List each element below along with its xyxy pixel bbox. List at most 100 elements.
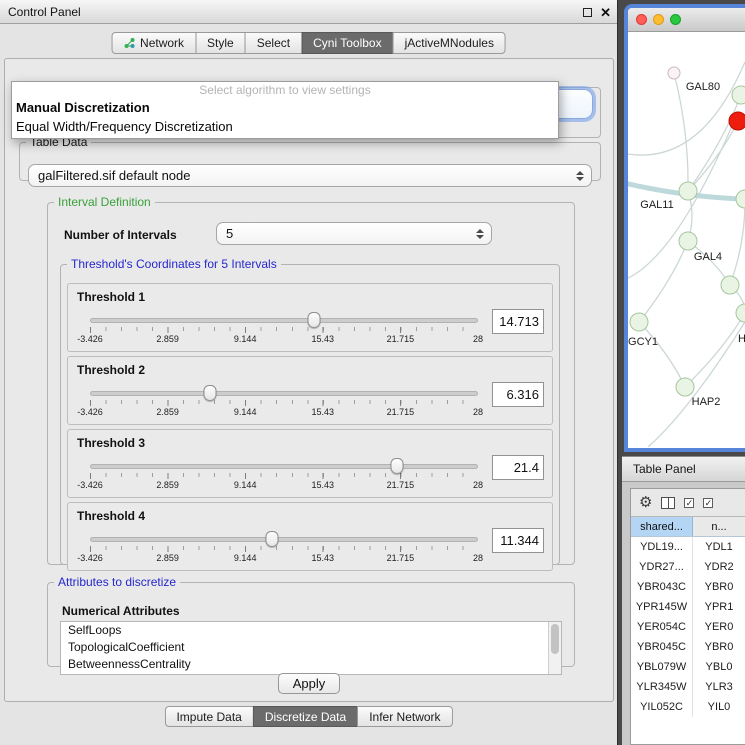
network-node[interactable]	[679, 182, 697, 200]
table-cell[interactable]: YER0	[693, 617, 745, 637]
table-data-combobox[interactable]: galFiltered.sif default node	[28, 164, 592, 187]
columns-icon[interactable]	[661, 497, 675, 509]
table-row[interactable]: YLR345WYLR3	[631, 677, 745, 697]
scrollbar-thumb[interactable]	[551, 624, 559, 654]
dropdown-option-manual-discretization[interactable]: Manual Discretization	[12, 98, 558, 117]
tab-impute-data[interactable]: Impute Data	[164, 706, 253, 727]
tab-network[interactable]: Network	[111, 32, 196, 54]
network-node-label: GAL80	[686, 81, 720, 93]
table-cell[interactable]: YBR045C	[631, 637, 693, 657]
scale-tick-label: 2.859	[156, 334, 179, 344]
network-node[interactable]	[630, 313, 648, 331]
threshold-3-slider[interactable]: -3.4262.8599.14415.4321.71528	[90, 460, 478, 494]
table-cell[interactable]: YLR3	[693, 677, 745, 697]
dropdown-option-equal-width[interactable]: Equal Width/Frequency Discretization	[12, 117, 558, 136]
attribute-item[interactable]: SelfLoops	[61, 622, 561, 639]
slider-track[interactable]	[90, 318, 478, 323]
network-node[interactable]	[668, 67, 680, 79]
stepper-icon	[576, 171, 584, 181]
close-traffic-light-icon[interactable]	[636, 14, 647, 25]
maximize-icon[interactable]	[583, 8, 592, 17]
network-node[interactable]	[721, 276, 739, 294]
slider-track[interactable]	[90, 391, 478, 396]
threshold-label: Threshold 4	[77, 509, 145, 523]
column-header-shared-name[interactable]: shared...	[631, 517, 693, 536]
threshold-value-field[interactable]: 6.316	[492, 382, 544, 407]
scale-tick-label: -3.426	[77, 407, 103, 417]
network-node[interactable]	[736, 190, 745, 208]
attribute-item[interactable]: TopologicalCoefficient	[61, 639, 561, 656]
table-row[interactable]: YPR145WYPR1	[631, 597, 745, 617]
table-cell[interactable]: YER054C	[631, 617, 693, 637]
table-cell[interactable]: YBL079W	[631, 657, 693, 677]
scrollbar[interactable]	[548, 622, 561, 674]
threshold-2-panel: Threshold 2 -3.4262.8599.14415.4321.7152…	[67, 356, 553, 425]
network-node-selected[interactable]	[729, 112, 745, 130]
slider-thumb[interactable]	[307, 312, 320, 328]
network-node-label: H	[738, 333, 745, 345]
threshold-value-field[interactable]: 21.4	[492, 455, 544, 480]
table-panel-inner: ⚙ ✓ ✓ shared... n... YDL19...YDL1YDR27..…	[630, 488, 745, 745]
slider-scale: -3.4262.8599.14415.4321.71528	[90, 407, 478, 419]
tab-select[interactable]: Select	[245, 32, 302, 54]
slider-scale: -3.4262.8599.14415.4321.71528	[90, 334, 478, 346]
table-cell[interactable]: YBR0	[693, 577, 745, 597]
table-cell[interactable]: YPR1	[693, 597, 745, 617]
tab-label: Infer Network	[369, 710, 440, 724]
threshold-value-field[interactable]: 11.344	[492, 528, 544, 553]
table-cell[interactable]: YIL052C	[631, 697, 693, 717]
zoom-traffic-light-icon[interactable]	[670, 14, 681, 25]
attribute-item[interactable]: BetweennessCentrality	[61, 656, 561, 673]
table-cell[interactable]: YDL19...	[631, 537, 693, 557]
table-cell[interactable]: YLR345W	[631, 677, 693, 697]
table-cell[interactable]: YDL1	[693, 537, 745, 557]
numerical-attributes-list[interactable]: SelfLoopsTopologicalCoefficientBetweenne…	[60, 621, 562, 675]
threshold-value-field[interactable]: 14.713	[492, 309, 544, 334]
threshold-1-slider[interactable]: -3.4262.8599.14415.4321.71528	[90, 314, 478, 348]
tab-infer-network[interactable]: Infer Network	[357, 706, 452, 727]
apply-button[interactable]: Apply	[278, 673, 340, 694]
slider-thumb[interactable]	[266, 531, 279, 547]
tab-label: jActiveMNodules	[405, 36, 494, 50]
slider-thumb[interactable]	[390, 458, 403, 474]
network-node[interactable]	[676, 378, 694, 396]
table-cell[interactable]: YBR043C	[631, 577, 693, 597]
checkbox-icon[interactable]: ✓	[703, 498, 713, 508]
table-cell[interactable]: YBR0	[693, 637, 745, 657]
scale-tick-label: 21.715	[387, 480, 415, 490]
table-row[interactable]: YER054CYER0	[631, 617, 745, 637]
tab-cyni-toolbox[interactable]: Cyni Toolbox	[301, 32, 393, 54]
network-node[interactable]	[679, 232, 697, 250]
scale-tick-label: 2.859	[156, 553, 179, 563]
network-node[interactable]	[736, 304, 745, 322]
gear-icon[interactable]: ⚙	[639, 495, 652, 510]
minimize-traffic-light-icon[interactable]	[653, 14, 664, 25]
table-row[interactable]: YDR27...YDR2	[631, 557, 745, 577]
table-cell[interactable]: YDR2	[693, 557, 745, 577]
checkbox-icon[interactable]: ✓	[684, 498, 694, 508]
number-of-intervals-combobox[interactable]: 5	[216, 222, 492, 245]
slider-thumb[interactable]	[204, 385, 217, 401]
table-cell[interactable]: YPR145W	[631, 597, 693, 617]
slider-track[interactable]	[90, 464, 478, 469]
slider-track[interactable]	[90, 537, 478, 542]
threshold-2-slider[interactable]: -3.4262.8599.14415.4321.71528	[90, 387, 478, 421]
table-row[interactable]: YBL079WYBL0	[631, 657, 745, 677]
table-row[interactable]: YIL052CYIL0	[631, 697, 745, 717]
tab-style[interactable]: Style	[195, 32, 246, 54]
network-node[interactable]	[732, 86, 745, 104]
tab-jactivemnodules[interactable]: jActiveMNodules	[393, 32, 506, 54]
thresholds-group: Threshold's Coordinates for 5 Intervals …	[60, 257, 560, 565]
close-icon[interactable]: ✕	[600, 6, 611, 19]
table-row[interactable]: YDL19...YDL1	[631, 537, 745, 557]
table-cell[interactable]: YDR27...	[631, 557, 693, 577]
threshold-4-slider[interactable]: -3.4262.8599.14415.4321.71528	[90, 533, 478, 567]
table-row[interactable]: YBR045CYBR0	[631, 637, 745, 657]
table-cell[interactable]: YBL0	[693, 657, 745, 677]
network-canvas[interactable]: GAL80GAL11GAL4GCY1HHAP2	[628, 32, 745, 447]
table-cell[interactable]: YIL0	[693, 697, 745, 717]
column-header-name[interactable]: n...	[693, 517, 745, 536]
scale-tick-label: 28	[473, 334, 483, 344]
table-row[interactable]: YBR043CYBR0	[631, 577, 745, 597]
tab-discretize-data[interactable]: Discretize Data	[253, 706, 358, 727]
